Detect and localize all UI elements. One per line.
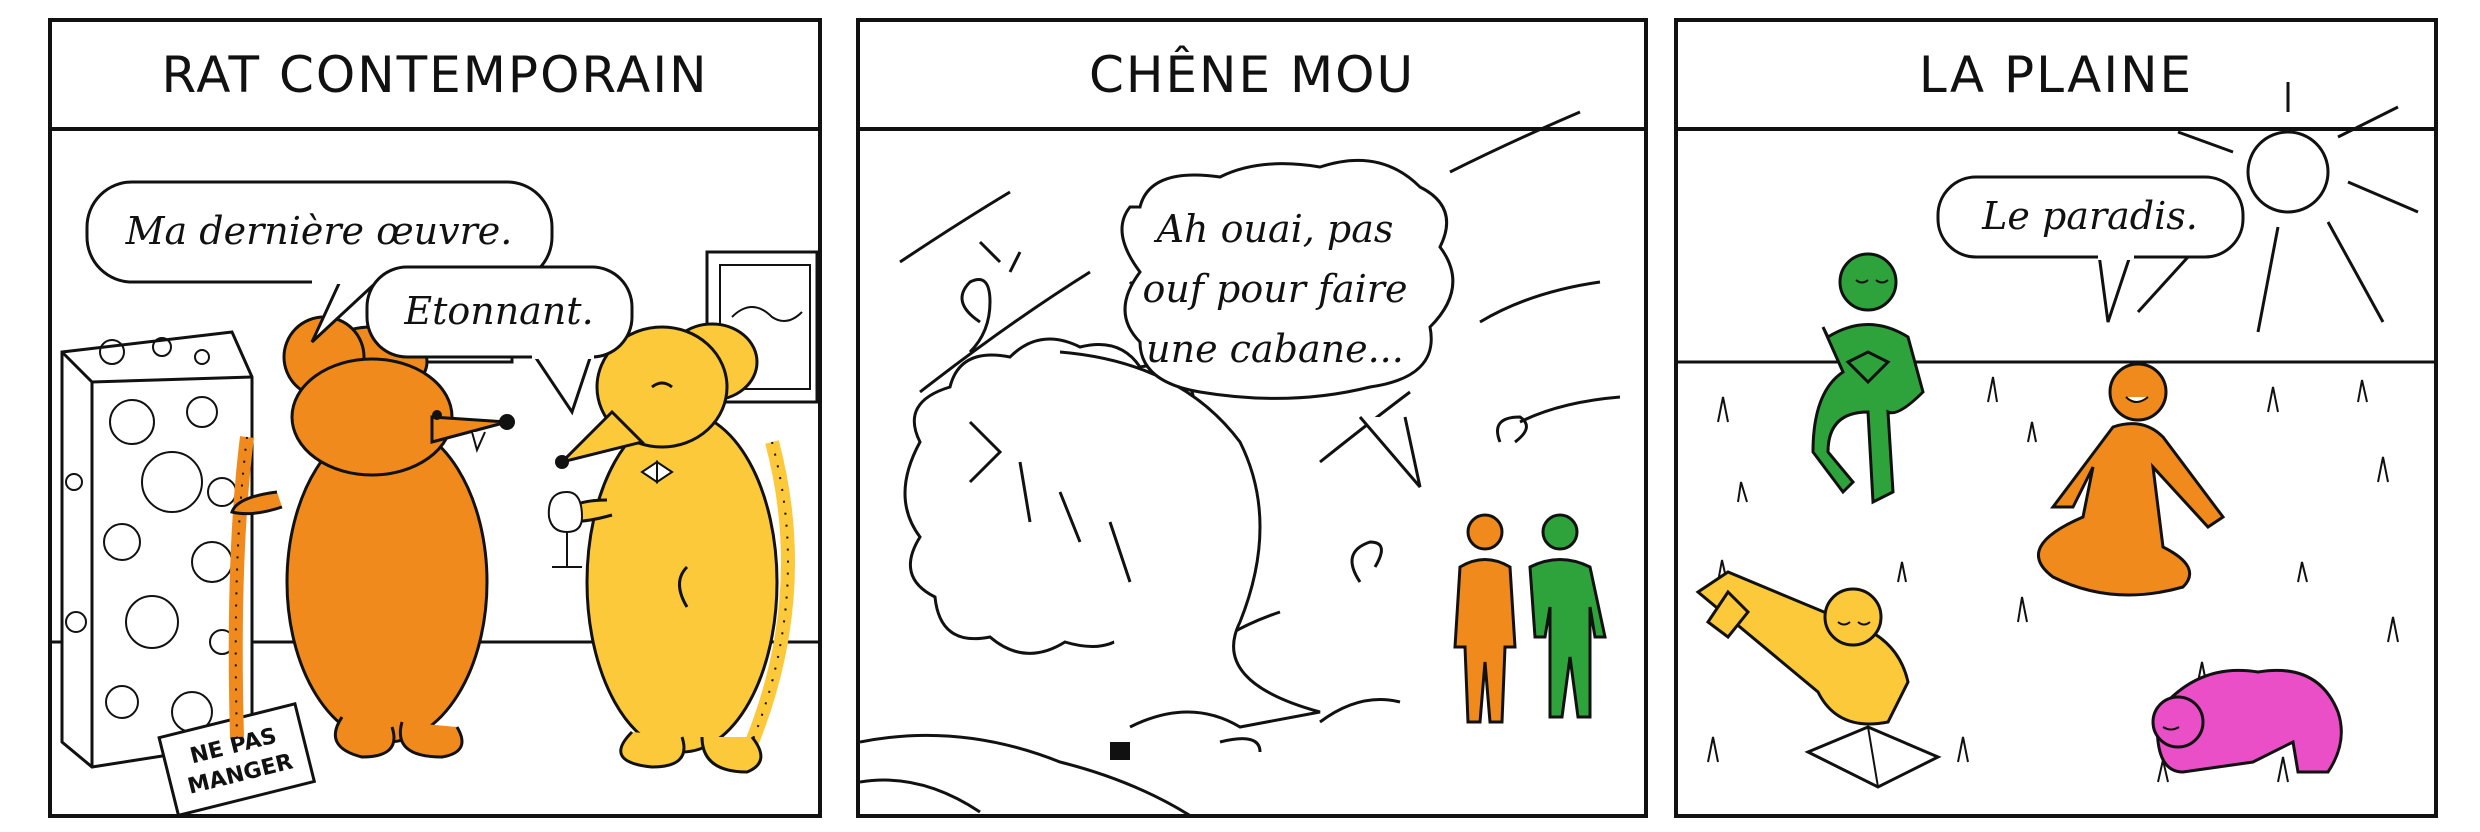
bubble-line-1: Ah ouai, pas: [1154, 207, 1394, 251]
panel-la-plaine: LA PLAINE Le paradis.: [1674, 18, 2438, 818]
bubble-text-2: Etonnant.: [403, 289, 593, 333]
orange-character: [1453, 513, 1517, 724]
scene-soft-oak: Ah ouai, pas ouf pour faire une cabane..…: [860, 110, 1621, 814]
yellow-reading-person: [1695, 570, 1942, 789]
pink-sleeping-person: [2151, 668, 2343, 774]
scene-rat-gallery: NE PAS MANGER Ma dernière œuvre. Etonnan…: [52, 180, 818, 814]
green-character: [1528, 513, 1607, 719]
scene-plain: Le paradis.: [1678, 82, 2434, 789]
cheese-sculpture: [60, 330, 254, 769]
orange-rat: [228, 315, 515, 759]
bubble-line-2: ouf pour faire: [1143, 267, 1408, 311]
bubble-text-1: Ma dernière œuvre.: [125, 209, 513, 253]
bubble-line-3: une cabane...: [1146, 327, 1404, 371]
orange-sitting-person: [2036, 362, 2226, 597]
panel-rat-contemporain: RAT CONTEMPORAIN NE PAS MANGER Ma derniè…: [48, 18, 822, 818]
bubble-text: Le paradis.: [1981, 194, 2198, 238]
panel-chene-mou: CHÊNE MOU Ah ouai, pas ouf pour faire un…: [856, 18, 1648, 818]
green-meditating-person: [1811, 252, 1925, 505]
speech-bubble: Le paradis.: [1936, 175, 2245, 323]
